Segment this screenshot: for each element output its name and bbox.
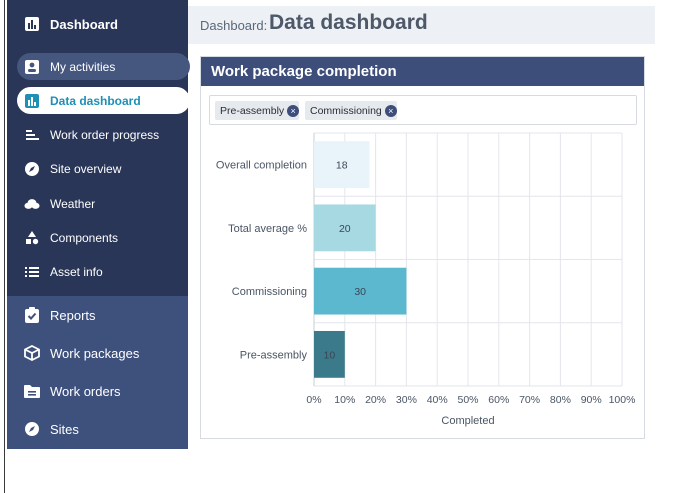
x-tick-label: 10% bbox=[334, 394, 355, 406]
bar-data-label: 10 bbox=[324, 349, 336, 361]
x-tick-label: 100% bbox=[609, 394, 636, 406]
bar-data-label: 30 bbox=[354, 286, 366, 298]
sidebar-item-label: Asset info bbox=[50, 265, 103, 279]
sidebar-item-label: Dashboard bbox=[50, 16, 118, 32]
sidebar-section-work-packages[interactable]: Work packages bbox=[7, 336, 188, 370]
sidebar-section-sites[interactable]: Sites bbox=[7, 412, 188, 446]
x-tick-label: 90% bbox=[581, 394, 602, 406]
sidebar-item-label: Data dashboard bbox=[50, 93, 141, 108]
bar-chart: 0% 10% 20% 30% 40% 50% 60% 70% 80% 90% 100% 18 Overa… bbox=[216, 132, 636, 427]
x-tick-label: 60% bbox=[488, 394, 509, 406]
work-package-completion-panel: Work package completion Pre-assembly × C… bbox=[200, 56, 645, 439]
sidebar-item-label: My activities bbox=[50, 59, 116, 74]
page-header: Dashboard: Data dashboard bbox=[188, 6, 655, 44]
sidebar-section-label: Work orders bbox=[50, 383, 121, 399]
breadcrumb[interactable]: Dashboard: bbox=[200, 18, 267, 33]
x-tick-label: 30% bbox=[396, 394, 417, 406]
sidebar-item-label: Site overview bbox=[50, 162, 122, 176]
window-edge bbox=[4, 0, 5, 493]
compass-icon bbox=[24, 421, 40, 437]
shapes-icon bbox=[24, 230, 40, 246]
bar-data-label: 18 bbox=[336, 160, 348, 172]
x-tick-label: 50% bbox=[457, 394, 478, 406]
sidebar-section-work-orders[interactable]: Work orders bbox=[7, 374, 188, 408]
sidebar-item-label: Components bbox=[50, 231, 119, 245]
y-category-label: Total average % bbox=[228, 223, 307, 235]
y-category-label: Commissioning bbox=[232, 286, 307, 298]
sidebar: Dashboard My activities Data dashboard W… bbox=[7, 0, 190, 449]
sidebar-item-components[interactable]: Components bbox=[7, 224, 188, 252]
sidebar-section-reports[interactable]: Reports bbox=[7, 298, 188, 332]
x-axis-label: Completed bbox=[441, 415, 494, 427]
sidebar-section-label: Work packages bbox=[50, 345, 140, 361]
compass-icon bbox=[24, 161, 40, 177]
y-category-label: Overall completion bbox=[216, 160, 307, 172]
sidebar-item-dashboard[interactable]: Dashboard bbox=[7, 6, 188, 42]
box-icon bbox=[24, 345, 40, 361]
person-badge-icon bbox=[24, 59, 40, 75]
bar-data-label: 20 bbox=[339, 223, 351, 235]
sidebar-item-weather[interactable]: Weather bbox=[7, 190, 188, 218]
clipboard-check-icon bbox=[24, 307, 40, 323]
folder-icon bbox=[24, 383, 40, 399]
sidebar-item-asset-info[interactable]: Asset info bbox=[7, 258, 188, 286]
progress-bars-icon bbox=[24, 127, 40, 143]
x-tick-label: 80% bbox=[550, 394, 571, 406]
list-icon bbox=[24, 264, 40, 280]
sidebar-item-label: Weather bbox=[50, 197, 96, 211]
cloud-icon bbox=[24, 196, 40, 212]
bar-chart-icon bbox=[24, 16, 40, 32]
bar-chart-icon bbox=[24, 93, 40, 109]
x-tick-label: 0% bbox=[306, 394, 321, 406]
sidebar-item-my-activities[interactable]: My activities bbox=[17, 53, 190, 80]
x-tick-label: 20% bbox=[365, 394, 386, 406]
y-category-label: Pre-assembly bbox=[240, 349, 308, 361]
x-tick-label: 70% bbox=[519, 394, 540, 406]
x-tick-label: 40% bbox=[427, 394, 448, 406]
sidebar-item-work-order-progress[interactable]: Work order progress bbox=[7, 121, 188, 149]
sidebar-item-label: Work order progress bbox=[50, 128, 160, 142]
sidebar-item-site-overview[interactable]: Site overview bbox=[7, 155, 188, 183]
sidebar-section-label: Sites bbox=[50, 421, 79, 437]
sidebar-item-data-dashboard[interactable]: Data dashboard bbox=[17, 87, 190, 114]
page-title: Data dashboard bbox=[269, 11, 428, 34]
sidebar-section-label: Reports bbox=[50, 307, 96, 323]
